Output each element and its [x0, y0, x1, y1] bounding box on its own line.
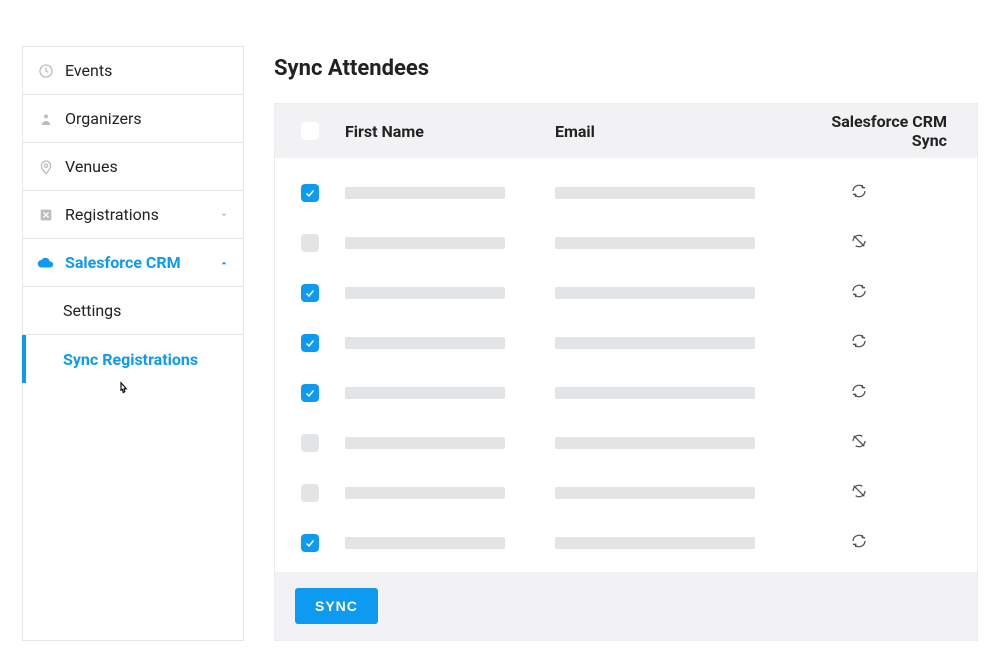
sidebar-item-label: Organizers: [65, 109, 142, 128]
sidebar-item-label: Registrations: [65, 205, 159, 224]
first-name-placeholder: [345, 537, 505, 549]
table-row: [275, 418, 977, 468]
sidebar-nav: Events Organizers Venues Registrations: [22, 46, 244, 641]
sync-icon[interactable]: [851, 183, 867, 203]
select-all-checkbox[interactable]: [301, 122, 319, 140]
first-name-placeholder: [345, 487, 505, 499]
column-header-sync: Salesforce CRM Sync: [795, 112, 977, 150]
row-checkbox[interactable]: [301, 534, 319, 552]
email-placeholder: [555, 537, 755, 549]
table-row: [275, 318, 977, 368]
table-row: [275, 168, 977, 218]
column-header-first-name: First Name: [345, 122, 555, 141]
row-checkbox[interactable]: [301, 184, 319, 202]
sidebar-item-label: Salesforce CRM: [65, 253, 181, 272]
sync-icon[interactable]: [851, 533, 867, 553]
first-name-placeholder: [345, 387, 505, 399]
email-placeholder: [555, 287, 755, 299]
email-placeholder: [555, 487, 755, 499]
row-checkbox[interactable]: [301, 234, 319, 252]
first-name-placeholder: [345, 437, 505, 449]
sidebar-item-events[interactable]: Events: [23, 47, 243, 95]
table-row: [275, 268, 977, 318]
sidebar-item-organizers[interactable]: Organizers: [23, 95, 243, 143]
table-header: First Name Email Salesforce CRM Sync: [275, 104, 977, 158]
sidebar-item-label: Venues: [65, 157, 118, 176]
sidebar-subitem-label: Settings: [63, 301, 121, 320]
email-placeholder: [555, 337, 755, 349]
tag-icon: [37, 206, 55, 224]
table-row: [275, 468, 977, 518]
column-header-email: Email: [555, 122, 795, 141]
first-name-placeholder: [345, 337, 505, 349]
sidebar-item-registrations[interactable]: Registrations: [23, 191, 243, 239]
cloud-icon: [37, 254, 55, 272]
attendees-panel: First Name Email Salesforce CRM Sync SYN…: [274, 103, 978, 641]
row-checkbox[interactable]: [301, 484, 319, 502]
row-checkbox[interactable]: [301, 434, 319, 452]
first-name-placeholder: [345, 237, 505, 249]
panel-footer: SYNC: [275, 572, 977, 640]
chevron-down-icon: [219, 205, 229, 224]
table-body: [275, 158, 977, 572]
pin-icon: [37, 158, 55, 176]
email-placeholder: [555, 187, 755, 199]
sidebar-subitem-sync-registrations[interactable]: Sync Registrations: [23, 335, 243, 383]
first-name-placeholder: [345, 287, 505, 299]
email-placeholder: [555, 237, 755, 249]
sync-icon[interactable]: [851, 383, 867, 403]
sync-button[interactable]: SYNC: [295, 588, 378, 624]
sidebar-item-venues[interactable]: Venues: [23, 143, 243, 191]
chevron-up-icon: [219, 253, 229, 272]
page-title: Sync Attendees: [274, 56, 978, 81]
sidebar-item-salesforce-crm[interactable]: Salesforce CRM: [23, 239, 243, 287]
first-name-placeholder: [345, 187, 505, 199]
sidebar-item-label: Events: [65, 61, 112, 80]
row-checkbox[interactable]: [301, 384, 319, 402]
main-content: Sync Attendees First Name Email Salesfor…: [274, 46, 978, 641]
row-checkbox[interactable]: [301, 284, 319, 302]
row-checkbox[interactable]: [301, 334, 319, 352]
table-row: [275, 368, 977, 418]
user-icon: [37, 110, 55, 128]
table-row: [275, 218, 977, 268]
email-placeholder: [555, 437, 755, 449]
sync-disabled-icon[interactable]: [851, 483, 867, 503]
sync-icon[interactable]: [851, 333, 867, 353]
sidebar-subitem-label: Sync Registrations: [63, 350, 198, 369]
sidebar-subitem-settings[interactable]: Settings: [23, 287, 243, 335]
sync-disabled-icon[interactable]: [851, 433, 867, 453]
sync-disabled-icon[interactable]: [851, 233, 867, 253]
email-placeholder: [555, 387, 755, 399]
sync-icon[interactable]: [851, 283, 867, 303]
table-row: [275, 518, 977, 568]
calendar-icon: [37, 62, 55, 80]
